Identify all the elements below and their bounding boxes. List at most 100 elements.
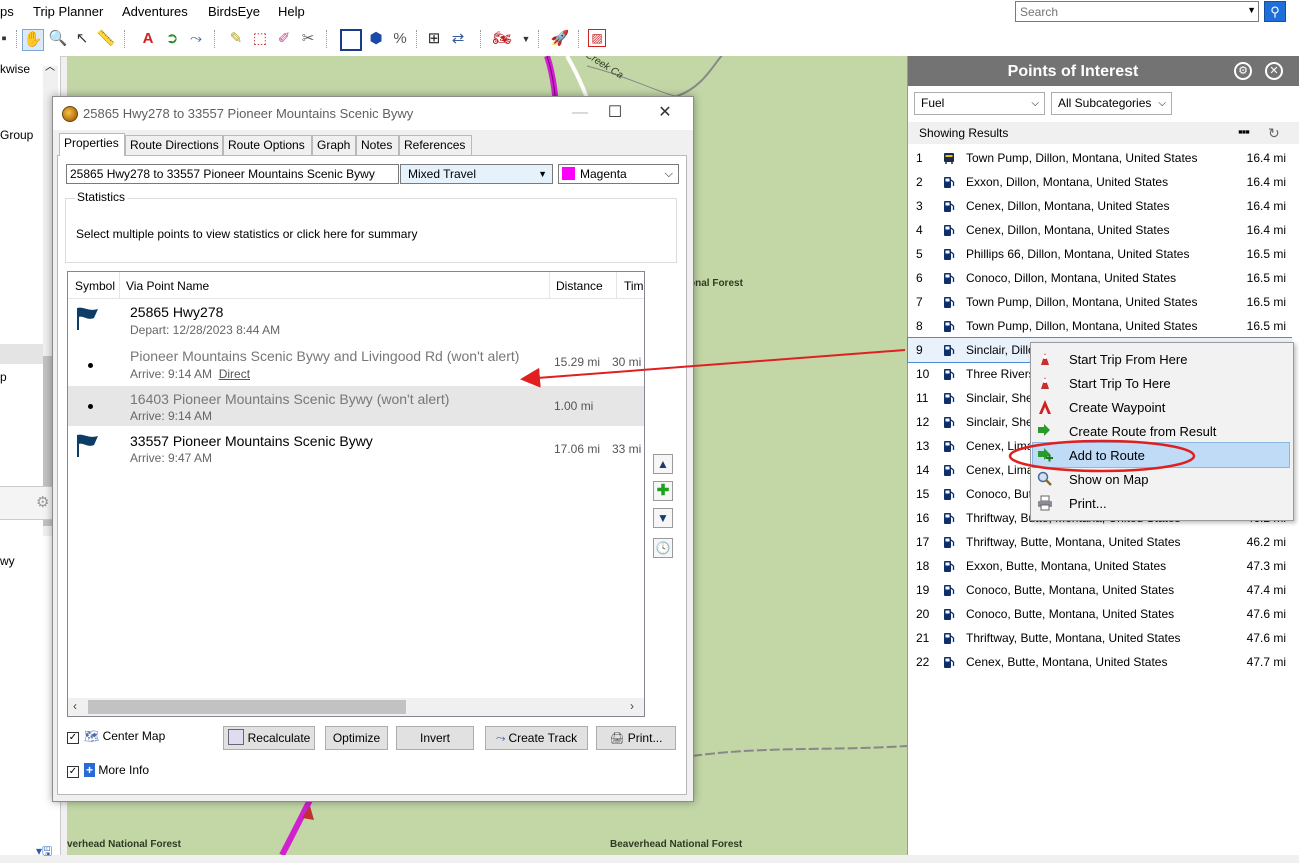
route-color-select[interactable]: Magenta ⌵ (558, 164, 679, 184)
fuel-icon (943, 464, 955, 476)
poi-result-row[interactable]: 19 Conoco, Butte, Montana, United States 4… (908, 578, 1292, 602)
hand-tool-icon[interactable]: ✋ (22, 29, 44, 51)
transfer-icon[interactable]: ⇄ (448, 29, 468, 49)
move-up-button[interactable]: ▲ (653, 454, 673, 474)
poi-result-row[interactable]: 4 Cenex, Dillon, Montana, United States 16… (908, 218, 1292, 242)
via-point-list[interactable]: Symbol Via Point Name Distance Tim 25865… (67, 271, 645, 717)
via-point-row[interactable]: 16403 Pioneer Mountains Scenic Bywy (won… (68, 386, 644, 426)
maximize-button[interactable]: ☐ (593, 102, 637, 124)
pencil-icon[interactable]: ✎ (226, 29, 246, 49)
context-menu-item[interactable]: Add to Route (1032, 442, 1290, 468)
search-button[interactable]: ⚲ (1264, 1, 1286, 22)
percent-icon[interactable]: % (390, 29, 410, 49)
tab-properties[interactable]: Properties (59, 133, 125, 156)
poi-result-row[interactable]: 21 Thriftway, Butte, Montana, United Stat… (908, 626, 1292, 650)
select-icon[interactable]: ▪ (0, 29, 14, 49)
frame-icon[interactable] (340, 29, 362, 51)
left-panel-selection[interactable] (0, 344, 43, 364)
chevron-left-icon[interactable]: ‹ (73, 699, 77, 713)
context-menu-item[interactable]: Create Route from Result (1033, 419, 1289, 443)
poi-result-row[interactable]: 1 Town Pump, Dillon, Montana, United Stat… (908, 146, 1292, 170)
direct-link[interactable]: Direct (219, 367, 250, 381)
menu-help[interactable]: Help (278, 4, 305, 19)
chevron-down-icon[interactable]: ▼ (516, 29, 536, 49)
poi-result-row[interactable]: 8 Town Pump, Dillon, Montana, United Stat… (908, 314, 1292, 338)
create-track-button[interactable]: ⤳ Create Track (485, 726, 588, 750)
close-icon[interactable]: ✕ (1265, 62, 1283, 80)
chevron-up-icon[interactable]: ︿ (45, 58, 55, 73)
chevron-down-icon[interactable]: ▼ (1247, 5, 1256, 15)
poi-result-row[interactable]: 20 Conoco, Butte, Montana, United States 4… (908, 602, 1292, 626)
motorcycle-icon[interactable]: 🏍 (492, 29, 512, 49)
save-icon[interactable]: ▾🖫 (36, 842, 52, 863)
grid-icon[interactable]: ⊞ (424, 29, 444, 49)
eraser-icon[interactable]: ✐ (274, 29, 294, 49)
gear-icon[interactable]: ⚙ (36, 493, 49, 511)
more-options-icon[interactable]: ▪▪▪ (1238, 124, 1250, 139)
poi-result-row[interactable]: 18 Exxon, Butte, Montana, United States 47… (908, 554, 1292, 578)
tab-references[interactable]: References (399, 135, 472, 155)
optimize-button[interactable]: Optimize (325, 726, 388, 750)
poi-result-row[interactable]: 22 Cenex, Butte, Montana, United States 47… (908, 650, 1292, 674)
dialog-titlebar[interactable]: 25865 Hwy278 to 33557 Pioneer Mountains … (53, 97, 693, 130)
route-name-input[interactable]: 25865 Hwy278 to 33557 Pioneer Mountains … (66, 164, 399, 184)
menu-trip-planner[interactable]: Trip Planner (33, 4, 103, 19)
travel-mode-select[interactable]: Mixed Travel ▼ (400, 164, 553, 184)
poi-result-row[interactable]: 6 Conoco, Dillon, Montana, United States 1… (908, 266, 1292, 290)
invert-button[interactable]: Invert (396, 726, 474, 750)
column-symbol[interactable]: Symbol (75, 279, 115, 293)
measure-icon[interactable]: 📏 (96, 29, 116, 49)
search-box[interactable]: ▼ (1015, 1, 1259, 22)
rocket-icon[interactable]: 🚀 (550, 29, 570, 49)
horizontal-scrollbar[interactable]: ‹ › (68, 698, 644, 716)
close-button[interactable]: ✕ (643, 102, 687, 124)
category-select[interactable]: Fuel ⌵ (914, 92, 1045, 115)
pointer-icon[interactable]: ↖ (72, 29, 92, 49)
context-menu-item[interactable]: Start Trip To Here (1033, 371, 1289, 395)
poi-result-row[interactable]: 7 Town Pump, Dillon, Montana, United Stat… (908, 290, 1292, 314)
poi-result-row[interactable]: 2 Exxon, Dillon, Montana, United States 16… (908, 170, 1292, 194)
recalculate-button[interactable]: Recalculate (223, 726, 315, 750)
via-point-row[interactable]: 33557 Pioneer Mountains Scenic Bywy Arri… (68, 428, 644, 468)
menu-adventures[interactable]: Adventures (122, 4, 188, 19)
schedule-button[interactable]: 🕓 (653, 538, 673, 558)
poi-result-row[interactable]: 3 Cenex, Dillon, Montana, United States 16… (908, 194, 1292, 218)
more-info-checkbox[interactable]: ✓ (67, 766, 79, 778)
chevron-right-icon[interactable]: › (630, 699, 634, 713)
poi-result-row[interactable]: 17 Thriftway, Butte, Montana, United Stat… (908, 530, 1292, 554)
context-menu-item[interactable]: Print... (1033, 491, 1289, 515)
context-menu-item[interactable]: Create Waypoint (1033, 395, 1289, 419)
track-tool-icon[interactable]: ⤳ (186, 29, 206, 49)
move-down-button[interactable]: ▼ (653, 508, 673, 528)
column-distance[interactable]: Distance (556, 279, 603, 293)
add-via-point-button[interactable]: ✚ (653, 481, 673, 501)
center-map-checkbox[interactable]: ✓ (67, 732, 79, 744)
cube-icon[interactable]: ⬢ (366, 29, 386, 49)
tab-graph[interactable]: Graph (312, 135, 356, 155)
menu-birdseye[interactable]: BirdsEye (208, 4, 260, 19)
tab-route-options[interactable]: Route Options (223, 135, 312, 155)
route-tool-icon[interactable]: ➲ (162, 29, 182, 49)
context-menu-item[interactable]: Show on Map (1033, 467, 1289, 491)
column-time[interactable]: Tim (624, 279, 644, 293)
poi-result-row[interactable]: 5 Phillips 66, Dillon, Montana, United St… (908, 242, 1292, 266)
divide-icon[interactable]: ✂ (298, 29, 318, 49)
zoom-icon[interactable]: 🔍 (48, 29, 68, 49)
search-input[interactable] (1016, 2, 1234, 22)
statistics-text[interactable]: Select multiple points to view statistic… (76, 227, 417, 241)
tab-notes[interactable]: Notes (356, 135, 399, 155)
context-menu-item[interactable]: Start Trip From Here (1033, 347, 1289, 371)
via-point-row[interactable]: 25865 Hwy278 Depart: 12/28/2023 8:44 AM (68, 300, 644, 344)
subcategory-select[interactable]: All Subcategories ⌵ (1051, 92, 1172, 115)
scroll-thumb[interactable] (88, 700, 406, 714)
waypoint-tool-icon[interactable]: A (138, 29, 158, 49)
select-area-icon[interactable]: ⬚ (250, 29, 270, 49)
column-via-point-name[interactable]: Via Point Name (126, 279, 209, 293)
refresh-icon[interactable]: ↻ (1268, 125, 1280, 142)
menu-maps[interactable]: ps (0, 4, 14, 19)
gear-icon[interactable]: ⚙ (1234, 62, 1252, 80)
via-point-row[interactable]: Pioneer Mountains Scenic Bywy and Living… (68, 344, 644, 386)
clear-icon[interactable]: ▨ (588, 29, 606, 47)
print-button[interactable]: 🖨 Print... (596, 726, 676, 750)
tab-route-directions[interactable]: Route Directions (125, 135, 223, 155)
